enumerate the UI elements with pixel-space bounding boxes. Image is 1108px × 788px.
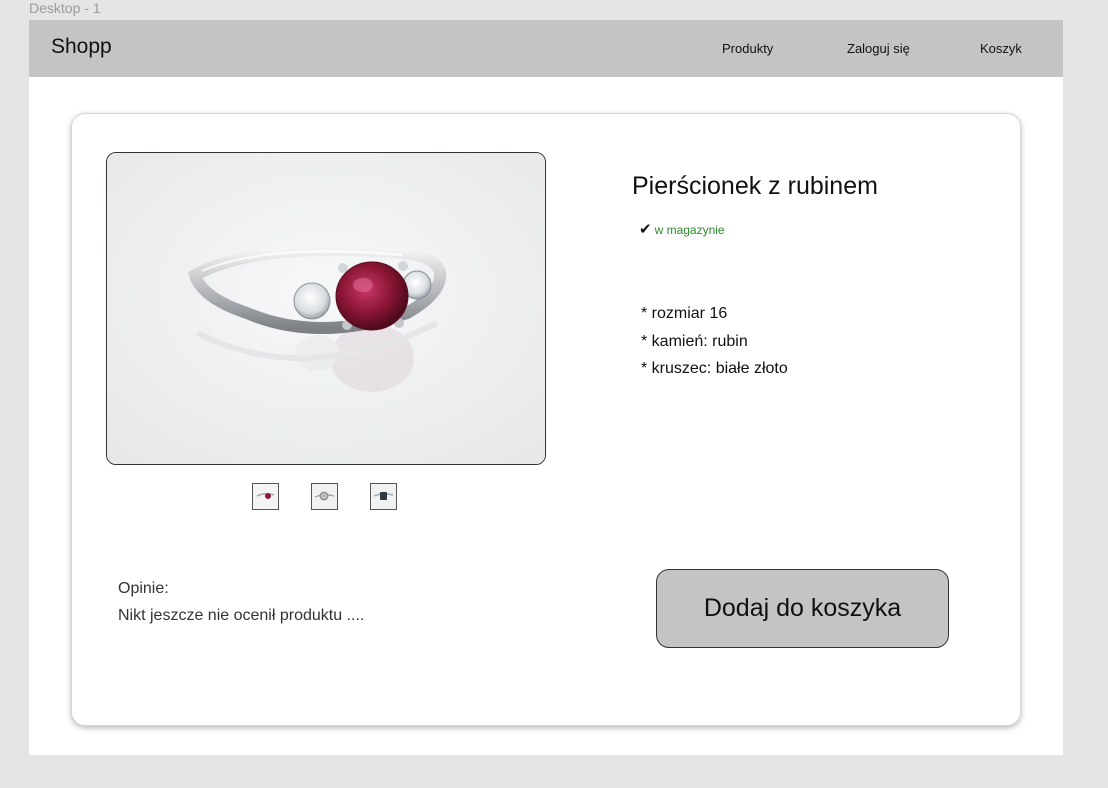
reviews-empty-text: Nikt jeszcze nie ocenił produktu .... xyxy=(118,607,365,624)
nav-link-products[interactable]: Produkty xyxy=(722,41,773,57)
frame-label: Desktop - 1 xyxy=(29,0,101,16)
add-to-cart-button[interactable]: Dodaj do koszyka xyxy=(656,569,949,648)
desktop-frame: Shopp Produkty Zaloguj się Koszyk Pierśc… xyxy=(29,20,1063,755)
feature-item: * kruszec: białe złoto xyxy=(641,360,788,377)
thumbnail-diamond-ring[interactable] xyxy=(311,483,338,510)
product-card: Pierścionek z rubinem ✔ w magazynie * roz… xyxy=(71,113,1021,726)
ring-thumbnail-icon xyxy=(312,484,337,509)
ring-thumbnail-icon xyxy=(253,484,278,509)
ring-photo xyxy=(107,153,545,464)
navbar: Shopp Produkty Zaloguj się Koszyk xyxy=(29,20,1063,77)
nav-link-login[interactable]: Zaloguj się xyxy=(847,41,910,57)
brand-logo[interactable]: Shopp xyxy=(51,34,112,60)
stock-status: ✔ w magazynie xyxy=(639,222,725,238)
feature-item: * rozmiar 16 xyxy=(641,305,728,322)
ring-thumbnail-icon xyxy=(371,484,396,509)
product-title: Pierścionek z rubinem xyxy=(632,172,878,200)
product-main-image[interactable] xyxy=(106,152,546,465)
nav-link-cart[interactable]: Koszyk xyxy=(980,41,1022,57)
feature-item: * kamień: rubin xyxy=(641,332,748,350)
thumbnail-ruby-ring[interactable] xyxy=(252,483,279,510)
product-features: * rozmiar 16 * kamień: rubin * kruszec: … xyxy=(641,300,788,383)
thumbnail-dark-gem-ring[interactable] xyxy=(370,483,397,510)
checkmark-icon: ✔ xyxy=(639,221,652,238)
reviews-label: Opinie: xyxy=(118,580,169,597)
stock-status-text: w magazynie xyxy=(654,223,725,237)
